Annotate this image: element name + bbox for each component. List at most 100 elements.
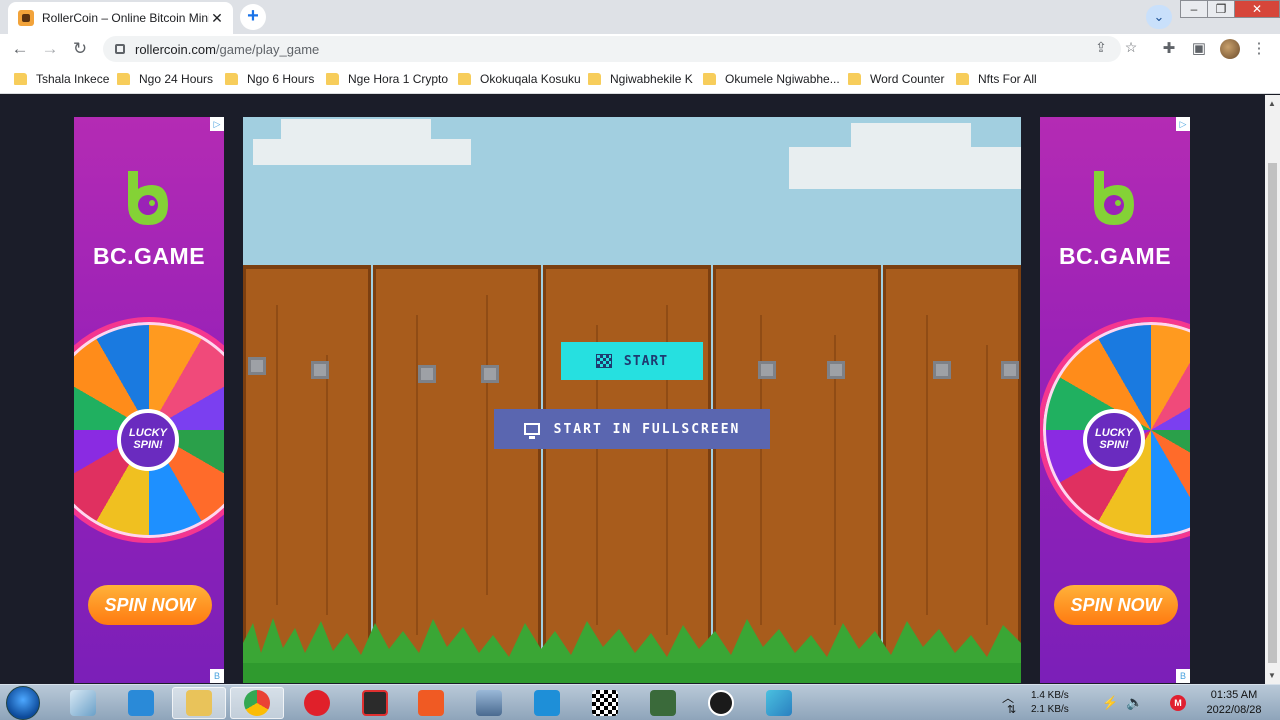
taskbar-app[interactable] — [636, 687, 690, 719]
ad-banner-right[interactable]: ▷ BC.GAME LUCKY SPIN! SPIN NOW B — [1040, 117, 1190, 683]
taskbar-app[interactable] — [114, 687, 168, 719]
nail — [933, 361, 951, 379]
nail — [827, 361, 845, 379]
monitor-app-icon — [650, 690, 676, 716]
wood-grain — [416, 315, 418, 635]
bookmark-label: Nfts For All — [978, 72, 1037, 86]
checkered-flag-icon — [595, 354, 612, 368]
taskbar-app[interactable] — [462, 687, 516, 719]
address-bar[interactable]: rollercoin.com/game/play_game — [103, 36, 1121, 62]
taskbar-app[interactable] — [56, 687, 110, 719]
tab-close-icon[interactable]: ✕ — [209, 10, 225, 27]
folder-icon — [14, 73, 27, 85]
clock-time: 01:35 AM — [1210, 689, 1258, 701]
url-path: /game/play_game — [215, 41, 320, 57]
spin-now-button[interactable]: SPIN NOW — [88, 585, 212, 625]
taskbar-app[interactable] — [752, 687, 806, 719]
side-panel-icon[interactable]: ▣ — [1190, 40, 1208, 58]
net-arrows-icon: ⇅ — [1007, 704, 1017, 716]
taskbar-app[interactable] — [404, 687, 458, 719]
bookmark-star-icon[interactable]: ☆ — [1122, 39, 1140, 56]
clock-date: 2022/08/28 — [1206, 704, 1262, 716]
tab-strip: RollerCoin – Online Bitcoin Mining ✕ + ⌄… — [0, 0, 1280, 34]
back-arrow-icon[interactable]: ← — [8, 38, 32, 60]
bookmark-folder[interactable]: Ngo 6 Hours — [225, 71, 314, 87]
page-content: ▷ BC.GAME LUCKY SPIN! SPIN NOW B START S… — [0, 95, 1265, 684]
tab-title: RollerCoin – Online Bitcoin Mining — [42, 11, 209, 25]
start-label: START — [623, 353, 669, 369]
start-fullscreen-button[interactable]: START IN FULLSCREEN — [494, 409, 770, 449]
wood-grain — [276, 305, 278, 605]
spin-now-button[interactable]: SPIN NOW — [1054, 585, 1178, 625]
bc-game-logo-icon — [128, 171, 168, 225]
tab-search-chevron-icon[interactable]: ⌄ — [1146, 5, 1172, 29]
scroll-up-icon[interactable]: ▲ — [1268, 99, 1276, 108]
folder-icon — [588, 73, 601, 85]
url-host: rollercoin.com — [135, 41, 216, 57]
cloud — [789, 147, 1021, 189]
bookmarks-bar: Tshala Inkece Ngo 24 Hours Ngo 6 Hours N… — [0, 64, 1280, 94]
net-down-speed: 2.1 KB/s — [1031, 704, 1069, 715]
scrollbar-thumb[interactable] — [1268, 163, 1277, 663]
forward-arrow-icon[interactable]: → — [38, 38, 62, 60]
bookmark-label: Okumele Ngiwabhe... — [725, 72, 840, 86]
extensions-puzzle-icon[interactable]: ✚ — [1160, 40, 1178, 58]
folder-icon — [956, 73, 969, 85]
monitor-icon — [523, 423, 540, 439]
tab-rollercoin[interactable]: RollerCoin – Online Bitcoin Mining ✕ — [8, 2, 233, 34]
net-up-speed: 1.4 KB/s — [1031, 690, 1069, 701]
taskbar-app[interactable] — [230, 687, 284, 719]
network-status-icon[interactable]: ⚡ — [1102, 695, 1118, 711]
reload-icon[interactable]: ↻ — [68, 38, 92, 60]
wood-grain — [986, 345, 988, 625]
taskbar-app[interactable] — [578, 687, 632, 719]
menu-kebab-icon[interactable]: ⋮ — [1250, 40, 1268, 58]
folder-icon — [117, 73, 130, 85]
taskbar-app[interactable] — [348, 687, 402, 719]
hub-line1: LUCKY — [1095, 427, 1133, 439]
pixel-app-icon — [766, 690, 792, 716]
share-icon[interactable]: ⇪ — [1092, 39, 1110, 56]
bookmark-folder[interactable]: Word Counter — [848, 71, 944, 87]
bookmark-folder[interactable]: Ngiwabhekile K — [588, 71, 693, 87]
wheel-hub: LUCKY SPIN! — [117, 409, 179, 471]
start-orb-icon[interactable] — [6, 686, 40, 720]
rollercoin-favicon-icon — [18, 10, 34, 26]
adchoices-icon[interactable]: ▷ — [1176, 117, 1190, 131]
screen-recorder-icon — [362, 690, 388, 716]
page-scrollbar[interactable]: ▲ ▼ — [1265, 95, 1280, 684]
ad-banner-left[interactable]: ▷ BC.GAME LUCKY SPIN! SPIN NOW B — [74, 117, 224, 683]
bookmark-folder[interactable]: Okokuqala Kosuku — [458, 71, 581, 87]
restore-button[interactable]: ❐ — [1207, 0, 1235, 18]
profile-avatar[interactable] — [1220, 39, 1240, 59]
bookmark-folder[interactable]: Nfts For All — [956, 71, 1037, 87]
wheel-hub: LUCKY SPIN! — [1083, 409, 1145, 471]
folder-icon — [458, 73, 471, 85]
ad-badge-icon: B — [210, 669, 224, 683]
bookmark-folder[interactable]: Ngo 24 Hours — [117, 71, 213, 87]
cloud — [253, 139, 471, 165]
adchoices-icon[interactable]: ▷ — [210, 117, 224, 131]
bookmark-folder[interactable]: Nge Hora 1 Crypto — [326, 71, 448, 87]
close-window-button[interactable]: ✕ — [1234, 0, 1280, 18]
start-button[interactable]: START — [561, 342, 703, 380]
new-tab-button[interactable]: + — [240, 4, 266, 30]
taskbar-app[interactable] — [520, 687, 574, 719]
minimize-button[interactable]: – — [1180, 0, 1208, 18]
scroll-down-icon[interactable]: ▼ — [1268, 671, 1276, 680]
bookmark-label: Okokuqala Kosuku — [480, 72, 581, 86]
taskbar-app[interactable] — [290, 687, 344, 719]
bc-game-logo-icon — [1094, 171, 1134, 225]
bookmark-folder[interactable]: Tshala Inkece — [14, 71, 109, 87]
volume-icon[interactable]: 🔈 — [1126, 694, 1143, 711]
bookmark-folder[interactable]: Okumele Ngiwabhe... — [703, 71, 840, 87]
taskbar-app[interactable] — [694, 687, 748, 719]
bookmark-label: Nge Hora 1 Crypto — [348, 72, 449, 86]
game-canvas[interactable]: START START IN FULLSCREEN — [243, 117, 1021, 683]
taskbar-clock[interactable]: 01:35 AM 2022/08/28 — [1194, 688, 1274, 718]
mcafee-icon[interactable]: M — [1170, 695, 1186, 711]
windows-taskbar: ︿ 1.4 KB/s 2.1 KB/s ⇅ ⚡ 🔈 M 01:35 AM 202… — [0, 684, 1280, 720]
taskbar-app[interactable] — [172, 687, 226, 719]
ad-brand: BC.GAME — [92, 243, 206, 269]
folder-icon — [225, 73, 238, 85]
